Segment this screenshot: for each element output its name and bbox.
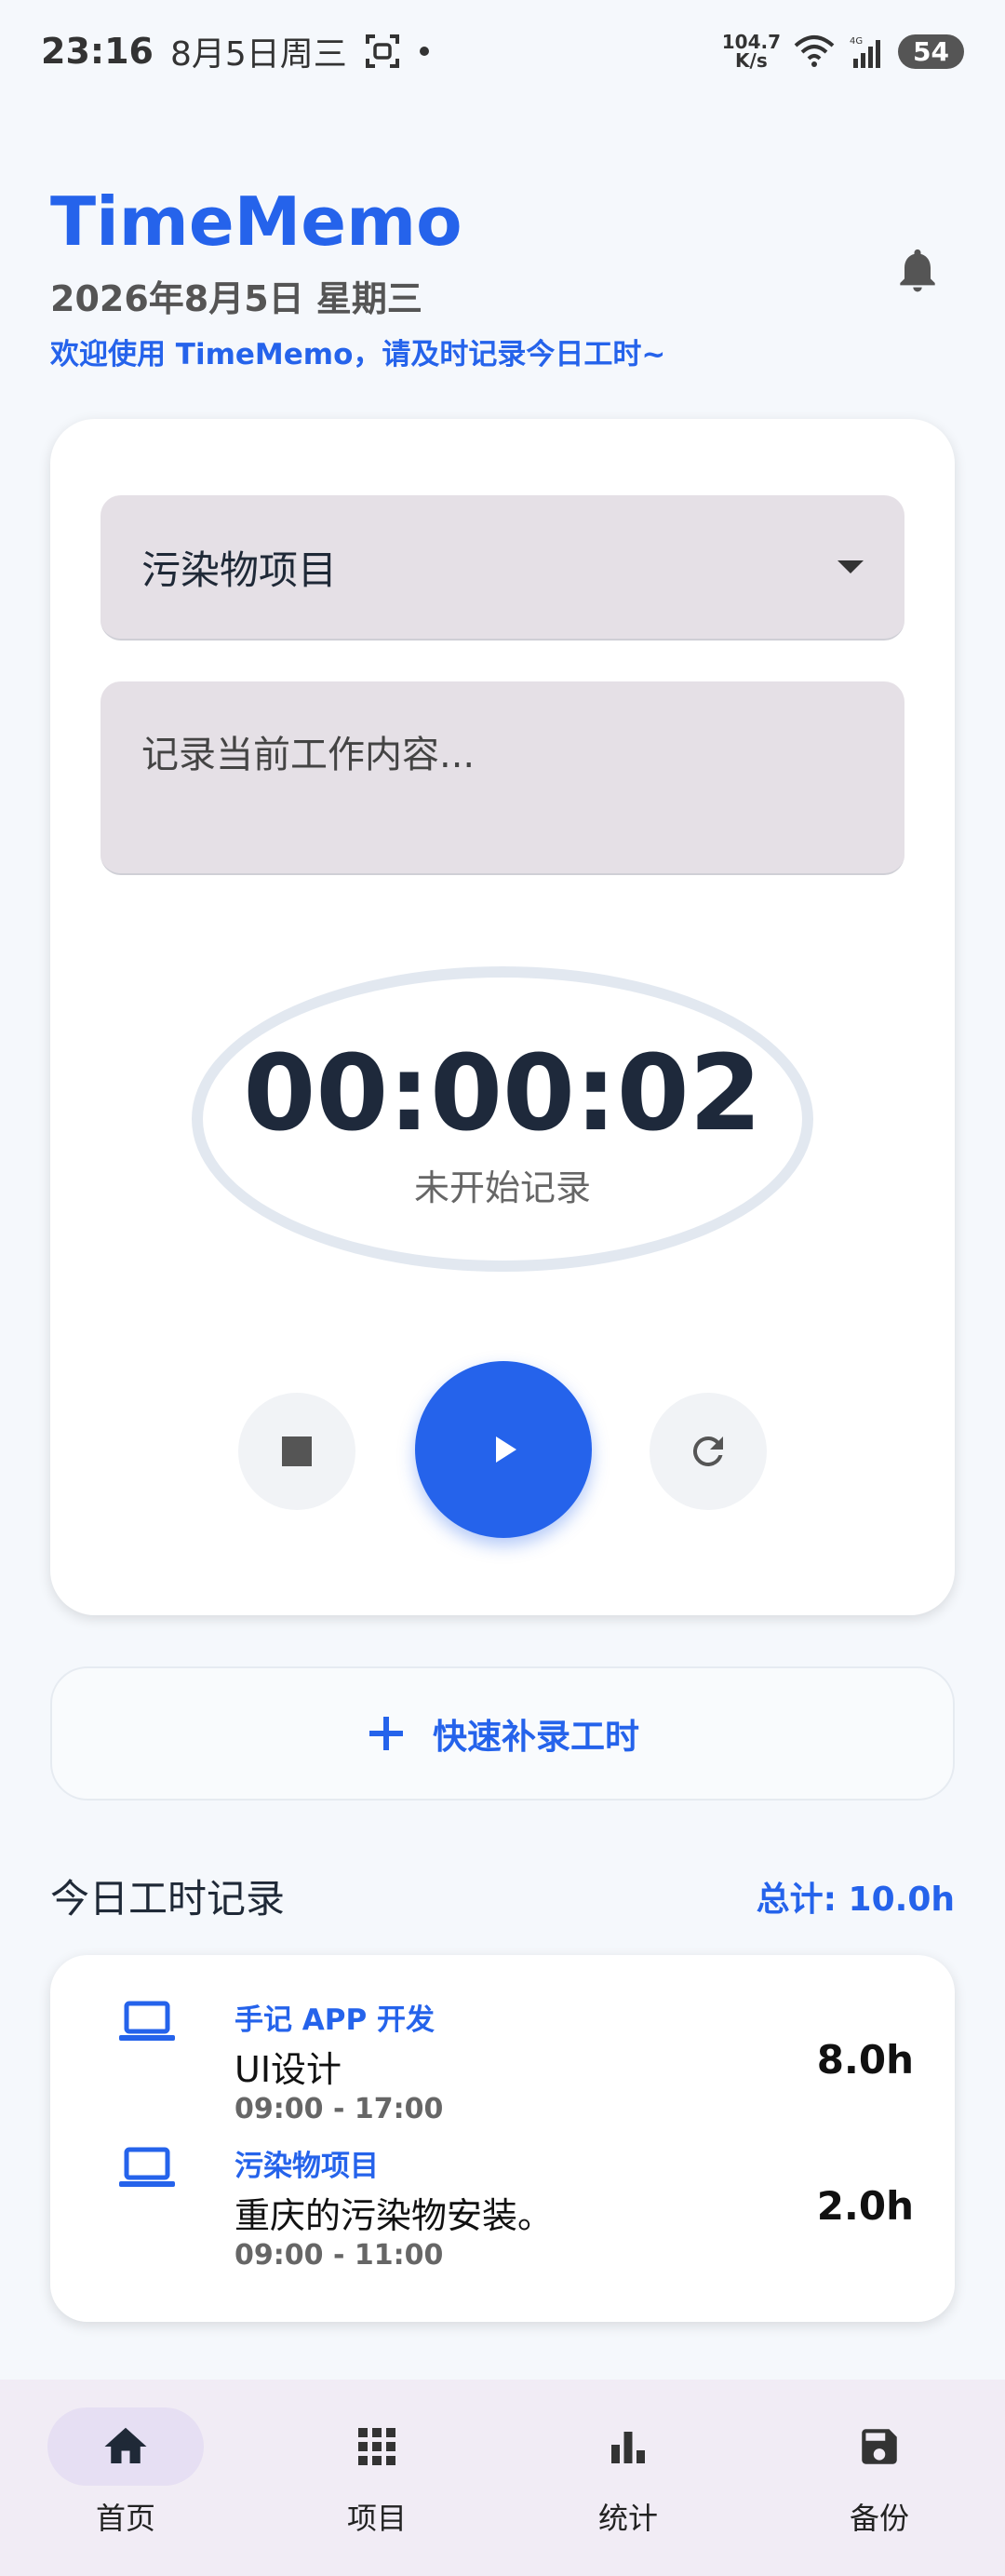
status-time: 23:16 xyxy=(41,31,154,72)
status-bar: 23:16 8月5日周三 104.7 K/s 4G 54 xyxy=(0,0,1005,102)
reset-button[interactable] xyxy=(650,1393,767,1510)
timer-display: 00:00:02 未开始记录 xyxy=(192,966,813,1272)
battery-indicator: 54 xyxy=(898,34,964,69)
nav-home[interactable]: 首页 xyxy=(0,2380,251,2576)
timer-status: 未开始记录 xyxy=(413,1167,591,1208)
status-right: 104.7 K/s 4G 54 xyxy=(722,33,964,70)
nav-projects[interactable]: 项目 xyxy=(251,2380,502,2576)
nav-stats[interactable]: 统计 xyxy=(502,2380,754,2576)
list-item[interactable]: 污染物项目 重庆的污染物安装。 09:00 - 11:00 2.0h xyxy=(50,2101,955,2272)
play-button[interactable] xyxy=(415,1361,592,1538)
nav-backup[interactable]: 备份 xyxy=(754,2380,1005,2576)
nav-home-pill xyxy=(47,2407,204,2486)
nav-projects-label: 项目 xyxy=(346,2501,407,2536)
header: TimeMemo 2026年8月5日 星期三 欢迎使用 TimeMemo，请及时… xyxy=(50,177,955,372)
record-task: UI设计 xyxy=(234,2049,342,2090)
status-date: 8月5日周三 xyxy=(169,35,347,74)
svg-text:4G: 4G xyxy=(850,36,863,47)
dot-icon xyxy=(419,47,429,56)
quick-add-button[interactable]: 快速补录工时 xyxy=(50,1666,955,1801)
record-project: 手记 APP 开发 xyxy=(234,2003,436,2037)
record-task: 重庆的污染物安装。 xyxy=(234,2195,554,2236)
nav-stats-label: 统计 xyxy=(597,2501,658,2536)
work-content-input[interactable]: 记录当前工作内容... xyxy=(100,681,904,875)
record-hours: 2.0h xyxy=(816,2183,914,2229)
nav-projects-pill xyxy=(299,2407,455,2486)
status-left: 23:16 8月5日周三 xyxy=(41,27,431,75)
current-date: 2026年8月5日 星期三 xyxy=(50,278,422,319)
timer-card: 污染物项目 记录当前工作内容... 00:00:02 未开始记录 xyxy=(50,419,955,1615)
cell-signal-icon: 4G xyxy=(850,36,881,68)
selected-project: 污染物项目 xyxy=(141,546,338,593)
play-icon xyxy=(496,1436,516,1463)
screenshot-icon xyxy=(365,34,399,68)
records-total: 总计: 10.0h xyxy=(756,1880,955,1919)
laptop-icon xyxy=(119,2001,175,2041)
nav-backup-pill xyxy=(801,2407,958,2486)
laptop-icon xyxy=(119,2147,175,2187)
nav-home-label: 首页 xyxy=(95,2501,155,2536)
grid-icon xyxy=(358,2428,395,2465)
records-list: 手记 APP 开发 UI设计 09:00 - 17:00 8.0h 污染物项目 … xyxy=(50,1955,955,2322)
plus-icon xyxy=(369,1717,403,1750)
refresh-icon xyxy=(692,1436,723,1466)
dropdown-arrow-icon xyxy=(838,560,864,573)
record-project: 污染物项目 xyxy=(234,2150,379,2183)
stop-button[interactable] xyxy=(238,1393,355,1510)
app-title: TimeMemo xyxy=(50,182,462,261)
quick-add-label: 快速补录工时 xyxy=(433,1717,639,1757)
list-item[interactable]: 手记 APP 开发 UI设计 09:00 - 17:00 8.0h xyxy=(50,1955,955,2125)
bottom-nav: 首页 项目 统计 备份 xyxy=(0,2380,1005,2576)
save-icon xyxy=(862,2429,897,2464)
welcome-message: 欢迎使用 TimeMemo，请及时记录今日工时~ xyxy=(50,338,666,371)
nav-stats-pill xyxy=(550,2407,706,2486)
record-hours: 8.0h xyxy=(816,2037,914,2083)
records-title: 今日工时记录 xyxy=(50,1876,286,1922)
records-header: 今日工时记录 总计: 10.0h xyxy=(50,1868,955,1924)
bell-icon[interactable] xyxy=(891,244,944,296)
bar-chart-icon xyxy=(611,2432,645,2463)
record-time-range: 09:00 - 11:00 xyxy=(234,2239,444,2272)
net-speed: 104.7 K/s xyxy=(721,31,782,72)
home-icon xyxy=(104,2427,147,2463)
wifi-icon xyxy=(794,35,835,67)
nav-backup-label: 备份 xyxy=(849,2501,909,2536)
stop-icon xyxy=(282,1436,312,1466)
project-select[interactable]: 污染物项目 xyxy=(100,495,904,641)
timer-value: 00:00:02 xyxy=(243,1032,762,1154)
